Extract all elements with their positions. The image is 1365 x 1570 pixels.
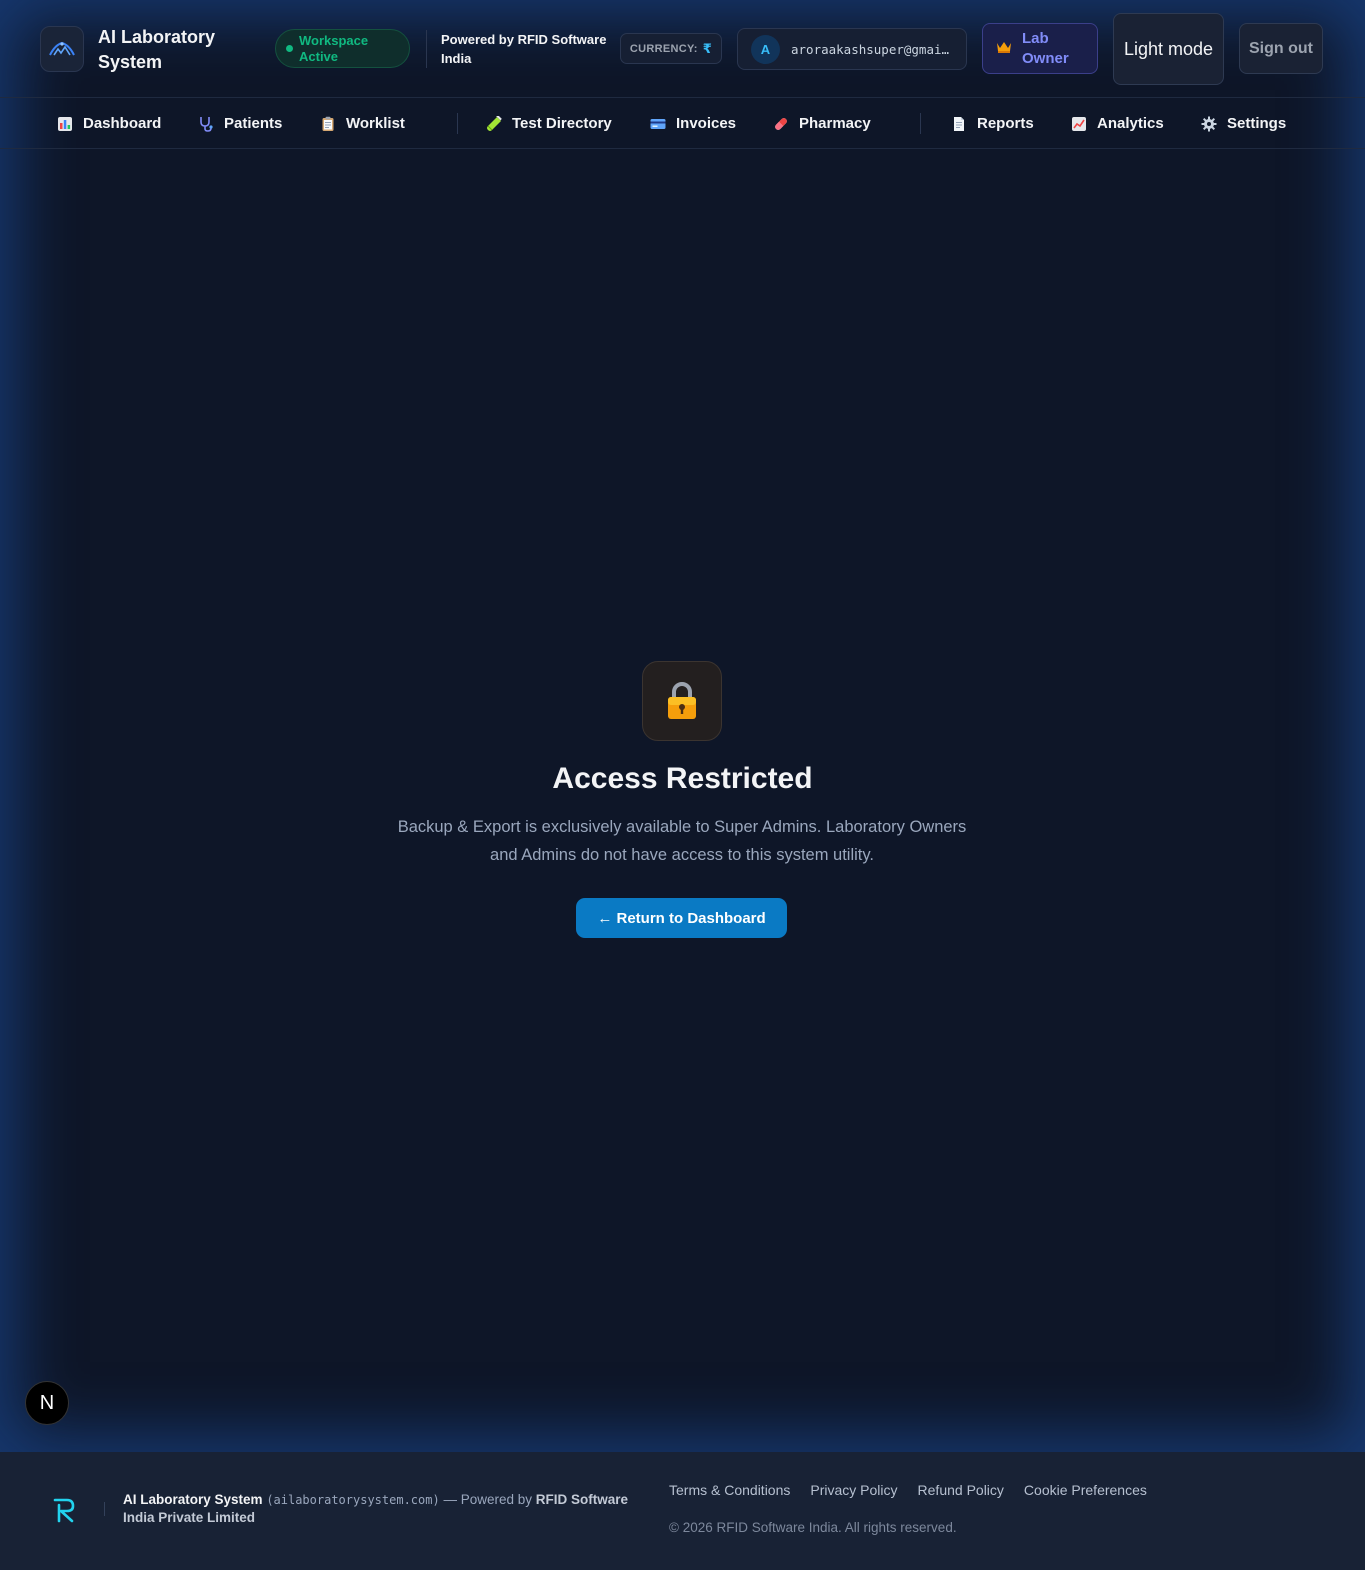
role-label: Lab Owner xyxy=(1022,29,1069,67)
logo-icon xyxy=(49,41,75,56)
footer: AI Laboratory System (ailaboratorysystem… xyxy=(0,1452,1365,1570)
nav-label: Invoices xyxy=(676,115,737,132)
nav-label: Analytics xyxy=(1097,115,1164,132)
credit-card-icon xyxy=(650,116,666,132)
bar-chart-icon xyxy=(57,116,73,132)
nav-item-reports[interactable]: Reports xyxy=(951,98,1034,149)
nav-label: Settings xyxy=(1227,115,1287,132)
user-account-pill[interactable]: A aroraakashsuper@gmai… xyxy=(737,28,967,70)
nav-item-test-directory[interactable]: Test Directory xyxy=(486,98,612,149)
nav-item-dashboard[interactable]: Dashboard xyxy=(57,98,161,149)
powered-by-text: Powered by RFID Software India xyxy=(441,32,607,66)
workspace-status-text: Workspace Active xyxy=(299,32,369,64)
nav-label: Reports xyxy=(977,115,1034,132)
role-button[interactable]: Lab Owner xyxy=(982,23,1098,74)
app-title: AI Laboratory System xyxy=(98,27,216,72)
nav-divider xyxy=(457,113,458,134)
workspace-status-badge: Workspace Active xyxy=(275,29,410,68)
nav-label: Test Directory xyxy=(512,115,612,132)
copyright: © 2026 RFID Software India. All rights r… xyxy=(669,1520,957,1535)
pill-icon xyxy=(773,116,789,132)
test-tube-icon xyxy=(486,115,502,132)
currency-selector[interactable]: CURRENCY: ₹ xyxy=(620,33,722,64)
refund-link[interactable]: Refund Policy xyxy=(918,1482,1004,1498)
footer-domain: (ailaboratorysystem.com) xyxy=(266,1493,440,1507)
nav-item-pharmacy[interactable]: Pharmacy xyxy=(773,98,871,149)
nav-item-worklist[interactable]: Worklist xyxy=(320,98,405,149)
nav-item-patients[interactable]: Patients xyxy=(198,98,282,149)
nav-label: Patients xyxy=(224,115,283,132)
crown-icon xyxy=(996,40,1012,57)
nav-label: Worklist xyxy=(346,115,405,132)
restriction-description: Backup & Export is exclusively available… xyxy=(397,818,967,864)
theme-toggle-button[interactable]: Light mode xyxy=(1113,13,1224,85)
privacy-link[interactable]: Privacy Policy xyxy=(810,1482,897,1498)
terms-link[interactable]: Terms & Conditions xyxy=(669,1482,790,1498)
page-title: Access Restricted xyxy=(552,762,813,795)
app-logo[interactable] xyxy=(40,26,84,72)
currency-label: CURRENCY: xyxy=(629,42,698,55)
status-dot-icon xyxy=(286,45,293,52)
line-chart-icon xyxy=(1071,116,1087,132)
nav-label: Pharmacy xyxy=(799,115,871,132)
nav-item-settings[interactable]: Settings xyxy=(1201,98,1286,149)
lock-icon-container xyxy=(642,661,722,741)
sign-out-button[interactable]: Sign out xyxy=(1239,23,1323,74)
currency-symbol: ₹ xyxy=(702,40,713,56)
floating-n-badge[interactable]: N xyxy=(25,1381,69,1425)
avatar: A xyxy=(751,34,780,64)
nav-item-invoices[interactable]: Invoices xyxy=(650,98,736,149)
main-nav: Dashboard Patients Worklist Test Directo… xyxy=(0,98,1365,149)
nav-label: Dashboard xyxy=(83,115,162,132)
document-icon xyxy=(951,116,967,132)
stethoscope-icon xyxy=(198,116,214,132)
footer-links: Terms & Conditions Privacy Policy Refund… xyxy=(669,1482,1167,1498)
return-to-dashboard-button[interactable]: ← Return to Dashboard xyxy=(576,898,787,938)
gear-icon xyxy=(1201,116,1217,132)
footer-brand: AI Laboratory System (ailaboratorysystem… xyxy=(123,1491,643,1527)
footer-divider xyxy=(104,1502,105,1516)
user-email: aroraakashsuper@gmai… xyxy=(791,41,950,57)
company-logo-icon xyxy=(53,1498,75,1523)
cookie-preferences-link[interactable]: Cookie Preferences xyxy=(1024,1482,1147,1498)
clipboard-icon xyxy=(320,116,336,132)
nav-divider xyxy=(920,113,921,134)
nav-item-analytics[interactable]: Analytics xyxy=(1071,98,1164,149)
top-header: AI Laboratory System Workspace Active Po… xyxy=(0,0,1365,98)
header-divider xyxy=(426,30,427,68)
lock-icon xyxy=(668,682,696,719)
footer-brand-name: AI Laboratory System xyxy=(123,1492,263,1507)
footer-powered-prefix: — Powered by xyxy=(443,1492,533,1507)
